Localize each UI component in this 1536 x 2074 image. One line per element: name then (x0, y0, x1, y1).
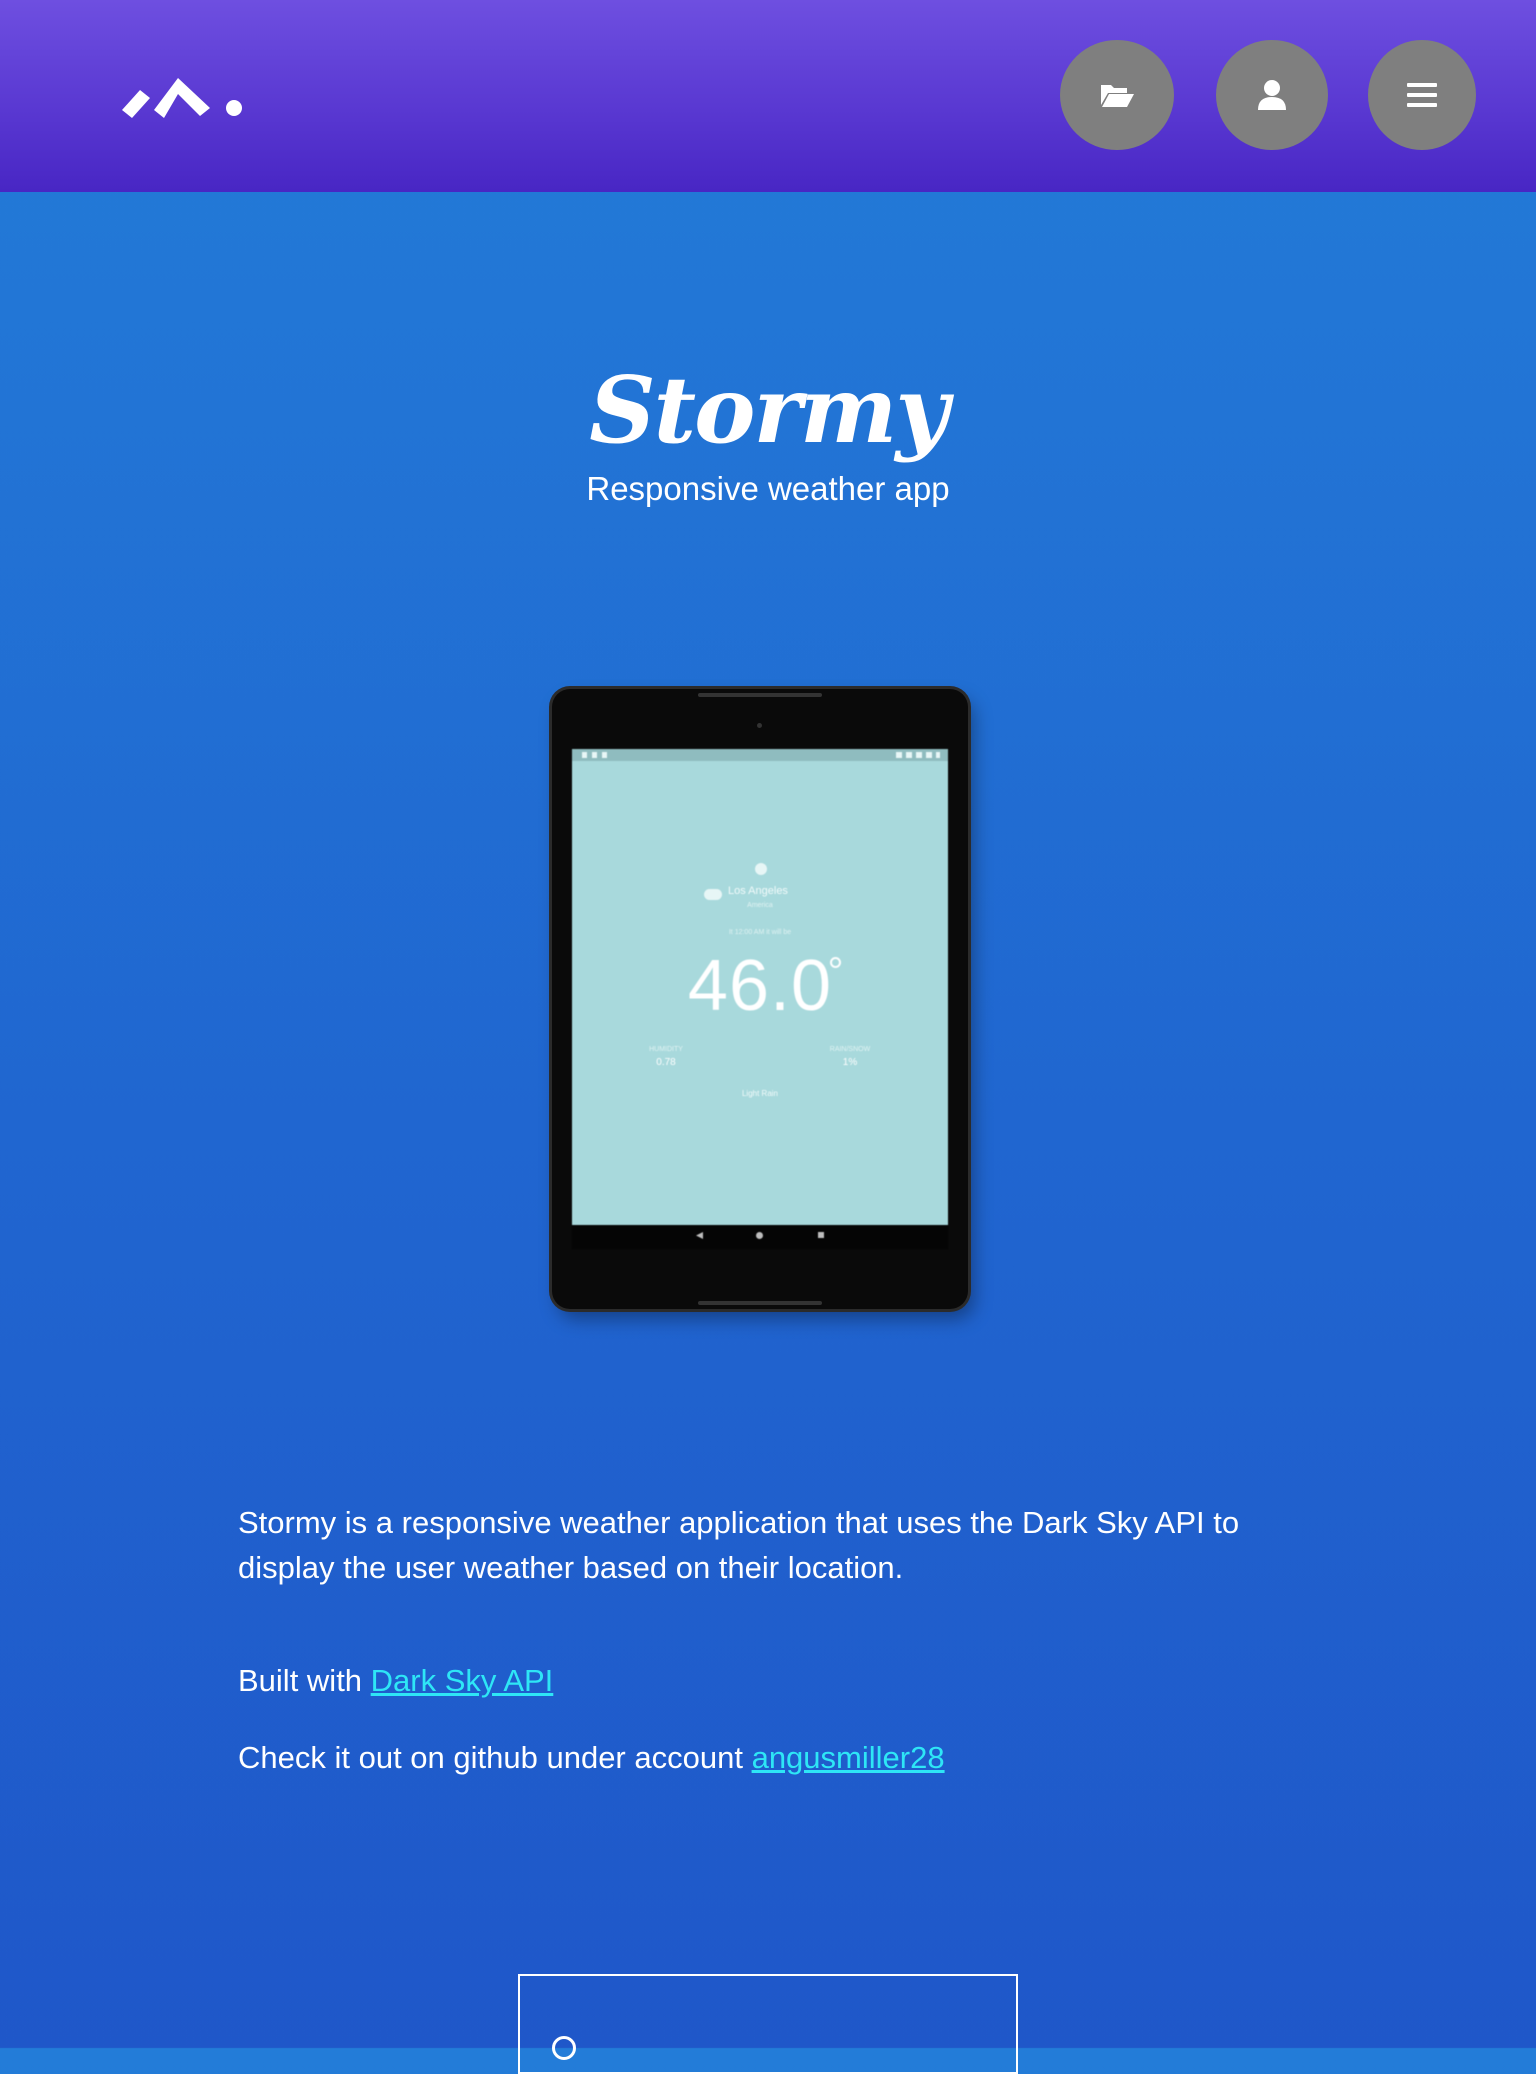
github-account-link[interactable]: angusmiller28 (752, 1740, 945, 1775)
app-screenshot: Los Angeles America It 12:00 AM it will … (572, 749, 948, 1249)
app-city-label: Los Angeles (728, 885, 788, 897)
github-prefix: Check it out on github under account (238, 1740, 743, 1775)
cloud-icon (704, 889, 722, 900)
app-temperature: 46.0 (687, 946, 833, 1026)
github-icon (552, 2036, 576, 2060)
folder-open-icon (1101, 85, 1134, 107)
weather-summary: Light Rain (741, 1089, 779, 1098)
dark-sky-api-link[interactable]: Dark Sky API (371, 1663, 554, 1698)
tablet-camera (757, 723, 762, 728)
app-time-label: It 12:00 AM it will be (728, 929, 792, 936)
site-header (0, 0, 1536, 192)
precip-value: 1% (842, 1057, 858, 1068)
projects-button[interactable] (1060, 40, 1174, 150)
status-icons-left (582, 752, 612, 758)
profile-button[interactable] (1216, 40, 1328, 150)
status-icons-right (896, 752, 940, 758)
built-with-line: Built with Dark Sky API (238, 1658, 553, 1704)
degree-icon (830, 957, 841, 968)
android-nav-bar (572, 1225, 948, 1249)
brand-logo-icon[interactable] (120, 70, 246, 118)
android-status-bar (572, 749, 948, 761)
precip-label: RAIN/SNOW (829, 1046, 871, 1053)
user-icon (1258, 80, 1286, 110)
menu-icon (1407, 83, 1437, 107)
project-subtitle: Responsive weather app (586, 470, 950, 507)
project-title: Stormy (589, 356, 949, 464)
github-line: Check it out on github under account ang… (238, 1735, 945, 1781)
refresh-icon (755, 863, 767, 875)
app-region-label: America (747, 902, 773, 909)
project-description: Stormy is a responsive weather applicati… (238, 1505, 1240, 1585)
humidity-value: 0.78 (656, 1057, 676, 1068)
tablet-speaker (698, 693, 822, 697)
recents-icon (818, 1232, 824, 1238)
home-icon (756, 1232, 763, 1239)
built-with-prefix: Built with (238, 1663, 363, 1698)
tablet-speaker (698, 1301, 822, 1305)
tablet-mockup-image: Los Angeles America It 12:00 AM it will … (552, 689, 968, 1309)
menu-button[interactable] (1368, 40, 1476, 150)
github-button[interactable] (518, 1974, 1018, 2074)
humidity-label: HUMIDITY (649, 1046, 683, 1053)
back-icon (696, 1232, 703, 1239)
